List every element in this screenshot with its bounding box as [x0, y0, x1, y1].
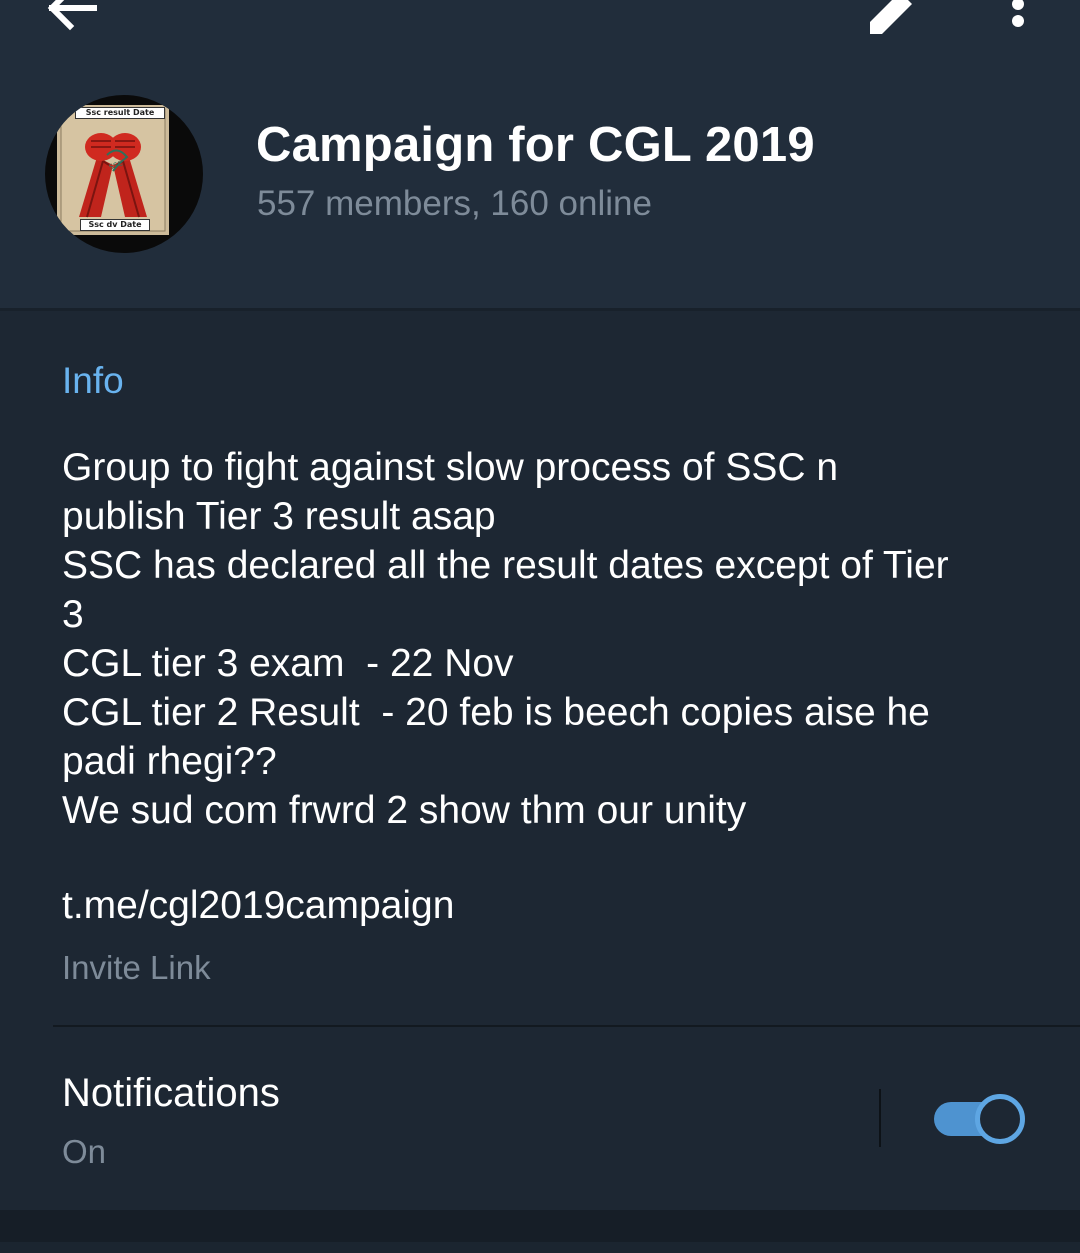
- notifications-status: On: [62, 1133, 107, 1170]
- description-line: 3: [62, 593, 84, 636]
- header-shadow: [0, 308, 1080, 311]
- description-line: publish Tier 3 result asap: [62, 495, 496, 538]
- info-section-title: Info: [62, 360, 124, 401]
- description-line: CGL tier 2 Result - 20 feb is beech copi…: [62, 691, 930, 734]
- edit-button[interactable]: [862, 0, 918, 36]
- bottom-section-gap: [0, 1210, 1080, 1253]
- group-avatar[interactable]: SSC Ssc result Date Ssc dv Date: [45, 95, 203, 253]
- back-button[interactable]: [44, 0, 100, 34]
- description-line: padi rhegi??: [62, 740, 277, 783]
- description-line: We sud com frwrd 2 show thm our unity: [62, 789, 747, 832]
- notifications-row[interactable]: Notifications On: [0, 1027, 1080, 1210]
- group-description: Group to fight against slow process of S…: [62, 443, 1052, 835]
- toggle-knob: [975, 1094, 1025, 1144]
- avatar-caption-bottom: Ssc dv Date: [80, 219, 150, 231]
- notifications-title: Notifications: [62, 1071, 280, 1115]
- group-member-status: 557 members, 160 online: [257, 184, 652, 223]
- next-section-edge: [0, 1242, 1080, 1253]
- arrow-left-icon: [47, 0, 97, 31]
- description-line: SSC has declared all the result dates ex…: [62, 544, 949, 587]
- description-line: Group to fight against slow process of S…: [62, 446, 839, 489]
- group-title: Campaign for CGL 2019: [256, 118, 815, 172]
- invite-link[interactable]: t.me/cgl2019campaign: [62, 884, 454, 928]
- more-options-button[interactable]: [998, 0, 1038, 40]
- notifications-toggle[interactable]: [932, 1091, 1025, 1147]
- pencil-icon: [870, 0, 912, 34]
- description-line: CGL tier 3 exam - 22 Nov: [62, 642, 514, 685]
- avatar-caption-top: Ssc result Date: [75, 107, 165, 119]
- more-vertical-icon: [1012, 0, 1024, 27]
- raised-fists-image: SSC: [57, 105, 169, 235]
- invite-link-label: Invite Link: [62, 949, 211, 986]
- vertical-separator: [879, 1089, 881, 1147]
- profile-header: SSC Ssc result Date Ssc dv Date Campaign…: [0, 0, 1080, 308]
